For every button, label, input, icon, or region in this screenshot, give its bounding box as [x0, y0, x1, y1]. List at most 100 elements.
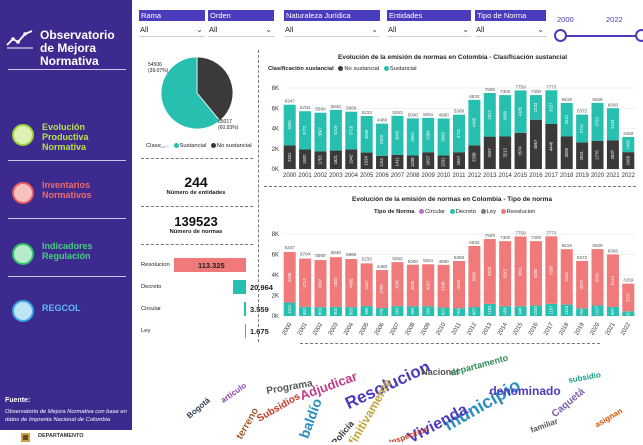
x-tick-label: 2015: [514, 173, 528, 179]
type-bar-row[interactable]: Circular 3.559: [141, 302, 269, 316]
segment-label: 1942: [348, 154, 353, 164]
segment-label: 4290: [395, 279, 400, 289]
filter-orden[interactable]: Orden All ⌄: [208, 10, 274, 39]
filter-value[interactable]: All ⌄: [208, 25, 274, 37]
total-label: 6000: [608, 249, 619, 254]
total-label: 5051: [423, 112, 434, 117]
nav-evolucion-productiva[interactable]: Evolución Productiva Normativa: [6, 122, 130, 152]
filter-value[interactable]: All ⌄: [475, 25, 546, 37]
segment-label: 2341: [287, 152, 292, 162]
x-tick-label: 2016: [528, 321, 540, 336]
range-end-handle[interactable]: [635, 29, 643, 42]
divider: [141, 158, 253, 159]
segment-label: 4867: [533, 139, 538, 149]
filter-naturaleza-juridica[interactable]: Naturaleza Jurídica All ⌄: [284, 10, 380, 39]
total-label: 5560: [315, 253, 326, 258]
total-label: 5704: [300, 252, 311, 257]
x-tick-label: 2020: [591, 173, 605, 179]
total-label: 7759: [515, 230, 526, 235]
segment-label: 1115: [564, 305, 569, 314]
segment-label: 1624: [364, 155, 369, 165]
app-title: Observatorio de Mejora Normativa: [40, 28, 115, 68]
chart2-title: Evolución de la emisión de normas en Col…: [352, 196, 552, 203]
type-bar-row[interactable]: Resolucion 113.325: [141, 258, 257, 272]
segment-label: 5502: [595, 272, 600, 282]
filter-value-text: All: [209, 25, 218, 34]
total-label: 7300: [531, 235, 542, 240]
nav-label: REGCOL: [42, 303, 81, 313]
type-bar[interactable]: [243, 302, 246, 316]
kpi-entities: 244 Número de entidades: [140, 174, 252, 196]
total-label: 3159: [623, 278, 634, 283]
x-tick-label: 2017: [543, 321, 555, 336]
segment-label: 2707: [625, 292, 630, 302]
word-cloud-word: terreno: [234, 406, 261, 441]
segment-label: 867: [472, 307, 477, 315]
x-tick-label: 2001: [297, 321, 309, 336]
filter-rama[interactable]: Rama All ⌄: [139, 10, 205, 39]
segment-label: 822: [441, 308, 446, 316]
nav-inventarios[interactable]: Inventarios Normativos: [6, 180, 130, 210]
pie-label-sustancial: 85017 (60.93%): [218, 119, 238, 131]
x-tick-label: 2019: [575, 173, 589, 179]
segment-label: 4622: [579, 279, 584, 289]
segment-label: 3705: [379, 284, 384, 294]
nav-regcol[interactable]: REGCOL: [6, 298, 130, 328]
total-label: 7300: [500, 89, 511, 94]
type-bar-row[interactable]: Ley 1.675: [141, 324, 269, 338]
filter-value[interactable]: All ⌄: [387, 25, 471, 37]
type-bar[interactable]: [244, 324, 246, 338]
segment-label: 4695: [348, 278, 353, 288]
year-range-slider[interactable]: 2000 2022: [553, 12, 643, 44]
divider: [141, 244, 253, 245]
chevron-down-icon: ⌄: [265, 25, 272, 34]
filter-value-text: All: [285, 25, 294, 34]
segment-label: 4088: [502, 110, 507, 120]
nav-indicadores[interactable]: Indicadores Regulación: [6, 241, 130, 271]
type-bar-row[interactable]: Decreto 20.964: [141, 280, 273, 294]
range-start-handle[interactable]: [554, 29, 567, 42]
filter-entidades[interactable]: Entidades All ⌄: [387, 10, 471, 39]
segment-label: 958: [502, 307, 507, 315]
sidebar-divider: [8, 69, 126, 70]
footer-text: DEPARTAMENTO: [38, 433, 84, 439]
type-bar[interactable]: [232, 280, 246, 294]
total-label: 4480: [377, 118, 388, 123]
x-tick-label: 2015: [512, 321, 524, 336]
total-label: 5660: [346, 106, 357, 111]
legend-dot: [480, 209, 486, 214]
kpi-norms: 139523 Número de normas: [140, 214, 252, 235]
divider: [264, 186, 636, 187]
legend-dot: [449, 209, 455, 214]
segment-label: 763: [456, 308, 461, 316]
segment-label: 1184: [487, 305, 492, 315]
filter-value-text: All: [388, 25, 397, 34]
x-tick-label: 2004: [343, 321, 355, 336]
x-tick-label: 2019: [574, 321, 586, 336]
total-label: 5368: [454, 255, 465, 260]
filter-value[interactable]: All ⌄: [284, 25, 380, 37]
total-label: 5840: [331, 250, 342, 255]
segment-label: 1666: [625, 155, 630, 165]
x-tick-label: 2010: [435, 321, 447, 336]
segment-label: 4167: [364, 279, 369, 289]
filter-tipo-norma[interactable]: Tipo de Norma All ⌄: [475, 10, 546, 39]
range-track[interactable]: [561, 35, 643, 37]
x-tick-label: 2003: [328, 321, 340, 336]
total-label: 6529: [592, 97, 603, 102]
total-label: 5368: [454, 109, 465, 114]
chart1-legend-title: Clasificación sustancial: [268, 66, 334, 73]
segment-label: 3609: [364, 129, 369, 139]
divider: [300, 343, 600, 344]
segment-label: 6280: [533, 268, 538, 278]
chart1-title: Evolución de la emisión de normas en Col…: [338, 54, 568, 61]
segment-label: 4597: [318, 278, 323, 288]
x-tick-label: 2018: [559, 321, 571, 336]
legend-dot: [210, 143, 216, 148]
filter-value[interactable]: All ⌄: [139, 25, 205, 37]
nav-label: Indicadores Regulación: [42, 241, 93, 261]
type-bar-label: Resolucion: [141, 262, 170, 268]
x-tick-label: 2005: [359, 321, 371, 336]
total-label: 6833: [469, 240, 480, 245]
segment-label: 1657: [456, 155, 461, 165]
